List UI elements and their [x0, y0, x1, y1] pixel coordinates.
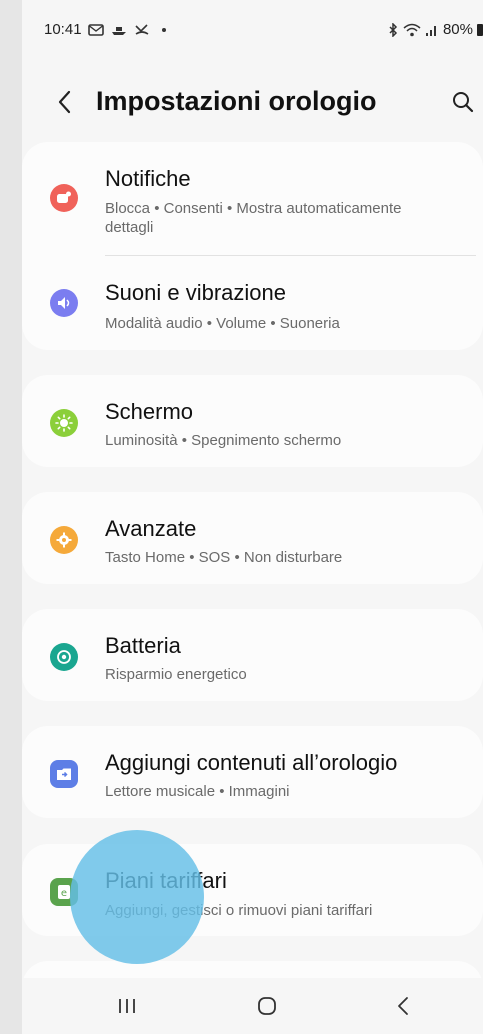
item-title: Aggiungi contenuti all’orologio: [105, 750, 398, 775]
home-icon: [258, 997, 276, 1015]
boat-icon: [111, 26, 126, 35]
chevron-left-icon: [58, 90, 71, 114]
back-button[interactable]: [50, 84, 78, 120]
search-icon: [453, 92, 474, 113]
nav-back-button[interactable]: [378, 988, 428, 1024]
battery-care-icon: [50, 643, 78, 671]
bluetooth-icon: [389, 22, 398, 37]
page-title: Impostazioni orologio: [96, 86, 377, 116]
mail-icon: [87, 23, 104, 36]
item-title: Notifiche: [105, 166, 191, 191]
status-bar: 10:41 80%: [22, 0, 483, 60]
item-subtitle: Risparmio energetico: [105, 666, 247, 683]
item-title: Avanzate: [105, 516, 197, 541]
item-title: Schermo: [105, 399, 194, 424]
screen: 10:41 80% Impostazioni orologio Notifich: [22, 0, 483, 1034]
settings-item-schermo[interactable]: Schermo Luminosità • Spegnimento schermo: [22, 375, 483, 467]
item-subtitle: Blocca • Consenti • Mostra automaticamen…: [105, 200, 402, 236]
home-button[interactable]: [242, 988, 292, 1024]
search-button[interactable]: [445, 84, 481, 120]
settings-item-avanzate[interactable]: Avanzate Tasto Home • SOS • Non disturba…: [22, 492, 483, 584]
status-left: 10:41: [44, 21, 166, 38]
brightness-icon: [50, 409, 78, 437]
status-right: 80%: [387, 21, 483, 38]
touch-indicator: [70, 830, 204, 964]
add-content-icon: [50, 760, 78, 788]
signal-icon: [425, 25, 436, 36]
item-title: Batteria: [105, 633, 181, 658]
notification-icon: [50, 184, 78, 212]
wifi-icon: [403, 23, 421, 36]
recents-icon: [119, 999, 135, 1013]
svg-text:e: e: [61, 888, 67, 899]
gear-icon: [50, 526, 78, 554]
item-title: Suoni e vibrazione: [105, 280, 287, 305]
item-subtitle: Luminosità • Spegnimento schermo: [105, 432, 342, 449]
sound-icon: [50, 289, 78, 317]
settings-item-batteria[interactable]: Batteria Risparmio energetico: [22, 609, 483, 701]
battery-icon: [477, 23, 483, 36]
back-icon: [398, 997, 408, 1015]
navigation-bar: [22, 978, 483, 1034]
status-time: 10:41: [44, 21, 82, 38]
settings-item-aggiungi-contenuti[interactable]: Aggiungi contenuti all’orologio Lettore …: [22, 726, 483, 818]
recents-button[interactable]: [102, 988, 152, 1024]
battery-text: 80%: [442, 21, 473, 38]
item-subtitle: Lettore musicale • Immagini: [105, 783, 290, 800]
missed-call-icon: [134, 23, 148, 35]
settings-item-notifiche[interactable]: Notifiche Blocca • Consenti • Mostra aut…: [22, 142, 483, 254]
item-subtitle: Tasto Home • SOS • Non disturbare: [105, 549, 343, 566]
app-bar: Impostazioni orologio: [22, 70, 483, 136]
item-subtitle: Modalità audio • Volume • Suoneria: [105, 315, 340, 332]
settings-item-suoni[interactable]: Suoni e vibrazione Modalità audio • Volu…: [22, 256, 483, 350]
dot-icon: [161, 27, 166, 32]
